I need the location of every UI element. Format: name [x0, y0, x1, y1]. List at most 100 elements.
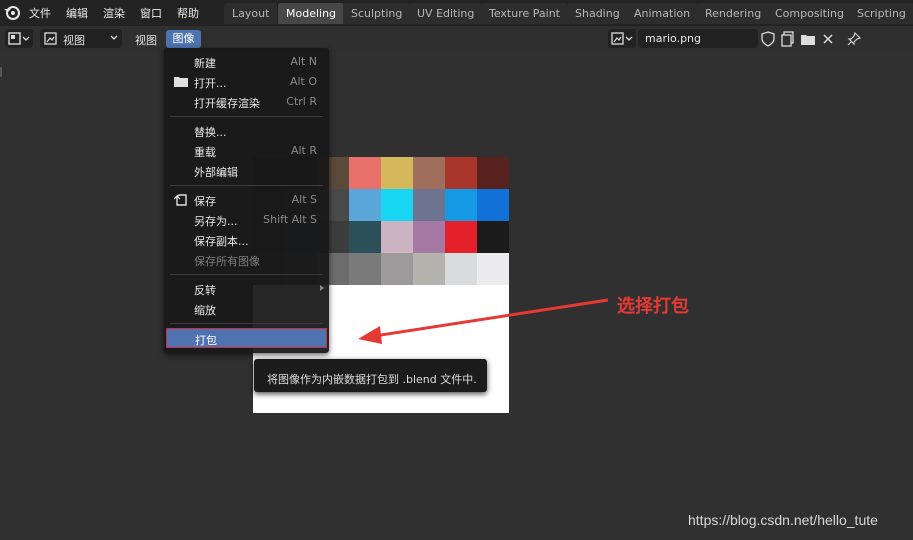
menu-separator	[170, 185, 323, 186]
palette-cell	[477, 157, 509, 189]
menu-item-invert[interactable]: 反转	[166, 279, 327, 299]
palette-cell	[381, 253, 413, 285]
menu-item-label: 外部编辑	[194, 166, 238, 179]
menu-item-shortcut: Ctrl R	[286, 95, 317, 108]
tab-layout[interactable]: Layout	[224, 3, 278, 24]
new-image-icon[interactable]	[780, 31, 796, 47]
palette-cell	[477, 189, 509, 221]
menu-item-label: 打开缓存渲染	[194, 97, 260, 110]
image-browse-icon	[611, 32, 633, 45]
palette-cell	[349, 189, 381, 221]
menu-item-save-copy[interactable]: 保存副本...	[166, 230, 327, 250]
image-name-field[interactable]: mario.png	[638, 29, 758, 48]
image-editor-icon	[8, 32, 30, 45]
menu-item-new[interactable]: 新建 Alt N	[166, 52, 327, 72]
menu-item-reload[interactable]: 重载 Alt R	[166, 141, 327, 161]
menu-help[interactable]: 帮助	[177, 5, 199, 21]
tab-uv-editing[interactable]: UV Editing	[409, 3, 483, 24]
menu-render[interactable]: 渲染	[103, 5, 125, 21]
menu-item-open[interactable]: 打开... Alt O	[166, 72, 327, 92]
editor-type-selector[interactable]	[5, 29, 33, 48]
menu-item-replace[interactable]: 替换...	[166, 121, 327, 141]
tab-shading[interactable]: Shading	[567, 3, 628, 24]
menu-item-label: 替换...	[194, 126, 227, 139]
tab-scripting[interactable]: Scripting	[849, 3, 913, 24]
blender-logo-icon[interactable]	[3, 3, 21, 21]
annotation-label: 选择打包	[617, 296, 689, 317]
image-dropdown-menu: 新建 Alt N 打开... Alt O 打开缓存渲染 Ctrl R 替换...…	[164, 48, 329, 353]
menu-item-open-cache-render[interactable]: 打开缓存渲染 Ctrl R	[166, 92, 327, 112]
palette-cell	[413, 221, 445, 253]
tooltip-text: 将图像作为内嵌数据打包到 .blend 文件中.	[267, 373, 477, 386]
palette-cell	[381, 189, 413, 221]
menu-item-edit-externally[interactable]: 外部编辑	[166, 161, 327, 181]
editor-header: 视图 视图 mario.png	[0, 26, 913, 52]
menu-item-save-all-images: 保存所有图像	[166, 250, 327, 270]
menu-item-label: 重载	[194, 146, 216, 159]
menu-item-label: 保存	[194, 195, 216, 208]
palette-cell	[413, 253, 445, 285]
palette-cell	[349, 253, 381, 285]
tab-texture-paint[interactable]: Texture Paint	[481, 3, 568, 24]
palette-cell	[349, 157, 381, 189]
menu-item-label: 打开...	[194, 77, 227, 90]
top-bar: 文件 编辑 渲染 窗口 帮助 Layout Modeling Sculpting…	[0, 0, 913, 26]
view-menu[interactable]: 视图	[135, 32, 157, 48]
palette-cell	[413, 157, 445, 189]
tab-modeling[interactable]: Modeling	[278, 3, 345, 24]
folder-icon	[174, 77, 188, 87]
tab-rendering[interactable]: Rendering	[697, 3, 770, 24]
menu-item-pack[interactable]: 打包	[166, 328, 327, 348]
watermark: https://blog.csdn.net/hello_tute	[688, 512, 878, 528]
annotation-arrow	[358, 298, 609, 344]
palette-cell	[413, 189, 445, 221]
close-icon[interactable]	[821, 32, 835, 46]
menu-separator	[170, 274, 323, 275]
menu-item-shortcut: Alt S	[291, 193, 317, 206]
palette-cell	[445, 157, 477, 189]
menu-item-resize[interactable]: 缩放	[166, 299, 327, 319]
open-folder-icon[interactable]	[800, 31, 816, 47]
tab-sculpting[interactable]: Sculpting	[343, 3, 411, 24]
menu-separator	[170, 116, 323, 117]
menu-window[interactable]: 窗口	[140, 5, 162, 21]
submenu-arrow-icon	[320, 285, 324, 291]
menu-separator	[170, 323, 323, 324]
menu-edit[interactable]: 编辑	[66, 5, 88, 21]
menu-item-shortcut: Shift Alt S	[263, 213, 317, 226]
tab-animation[interactable]: Animation	[626, 3, 699, 24]
menu-item-label: 新建	[194, 57, 216, 70]
region-edge-handle[interactable]	[0, 67, 2, 77]
menu-item-label: 另存为...	[194, 215, 238, 228]
palette-cell	[477, 221, 509, 253]
image-name-text: mario.png	[645, 32, 702, 45]
fake-user-shield-icon[interactable]	[760, 31, 776, 47]
view-mode-icon	[44, 32, 57, 45]
menu-item-shortcut: Alt R	[290, 144, 317, 157]
palette-cell	[445, 221, 477, 253]
mode-selector[interactable]: 视图	[40, 29, 122, 48]
menu-item-label: 反转	[194, 284, 216, 297]
menu-item-label: 保存所有图像	[194, 255, 260, 268]
tooltip: 将图像作为内嵌数据打包到 .blend 文件中.	[254, 359, 487, 392]
image-browse-button[interactable]	[608, 29, 636, 48]
menu-item-label: 缩放	[194, 304, 216, 317]
menu-item-shortcut: Alt N	[290, 55, 317, 68]
menu-item-shortcut: Alt O	[289, 75, 317, 88]
palette-cell	[381, 221, 413, 253]
image-menu-button[interactable]: 图像	[166, 30, 201, 48]
save-icon	[174, 194, 187, 206]
palette-cell	[349, 221, 381, 253]
menu-item-label: 保存副本...	[194, 235, 249, 248]
chevron-down-icon	[110, 35, 118, 40]
menu-file[interactable]: 文件	[29, 5, 51, 21]
menu-item-save-as[interactable]: 另存为... Shift Alt S	[166, 210, 327, 230]
pin-icon[interactable]	[846, 31, 862, 47]
palette-cell	[477, 253, 509, 285]
tab-compositing[interactable]: Compositing	[767, 3, 852, 24]
menu-item-label: 打包	[195, 334, 217, 347]
palette-cell	[445, 253, 477, 285]
palette-cell	[445, 189, 477, 221]
palette-cell	[381, 157, 413, 189]
menu-item-save[interactable]: 保存 Alt S	[166, 190, 327, 210]
